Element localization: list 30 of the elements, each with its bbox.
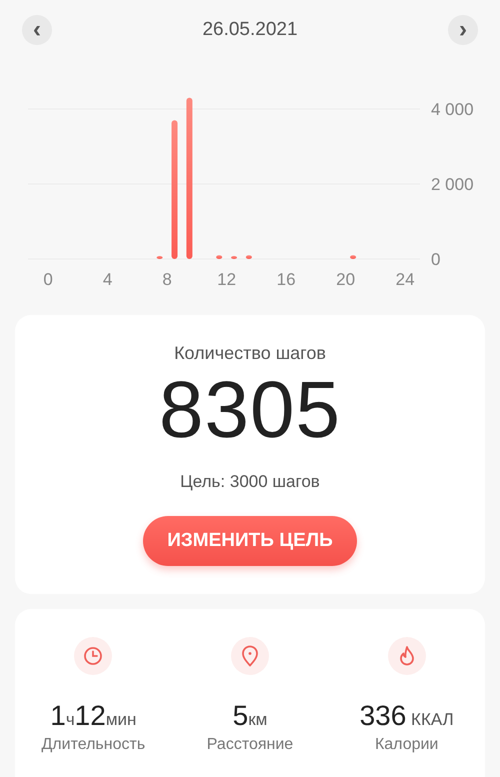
chart-bar (231, 256, 238, 259)
x-axis-label: 16 (276, 270, 296, 289)
stat-label: Длительность (41, 736, 146, 754)
stat-label: Калории (374, 736, 438, 754)
stat-value: 1ч12мин (50, 700, 136, 732)
stat-label: Расстояние (206, 736, 294, 754)
chart-bar (350, 255, 356, 259)
x-axis-label: 8 (162, 270, 172, 289)
flame-icon (398, 645, 416, 667)
chart-bar (216, 255, 222, 259)
goal-text: Цель: 3000 шагов (180, 472, 320, 492)
x-axis-label: 4 (102, 270, 112, 289)
x-axis-label: 20 (336, 270, 356, 289)
next-day-button[interactable]: › (448, 15, 478, 45)
chart-bar (156, 256, 163, 259)
y-axis-label: 2 000 (431, 175, 474, 194)
x-axis-label: 0 (43, 270, 53, 289)
y-axis-label: 0 (431, 250, 440, 269)
step-count: 8305 (159, 370, 341, 450)
stat-value: 5км (232, 700, 268, 732)
steps-title: Количество шагов (174, 343, 326, 364)
clock-icon (83, 646, 104, 666)
stat-value: 336 ККАЛ (360, 700, 454, 732)
x-axis-label: 12 (217, 270, 236, 289)
x-axis-label: 24 (396, 270, 415, 289)
previous-day-button[interactable]: ‹ (22, 15, 52, 45)
location-pin-icon (240, 645, 259, 667)
date-title: 26.05.2021 (202, 19, 298, 41)
chart-bar (246, 255, 252, 259)
y-axis-label: 4 000 (431, 100, 474, 119)
